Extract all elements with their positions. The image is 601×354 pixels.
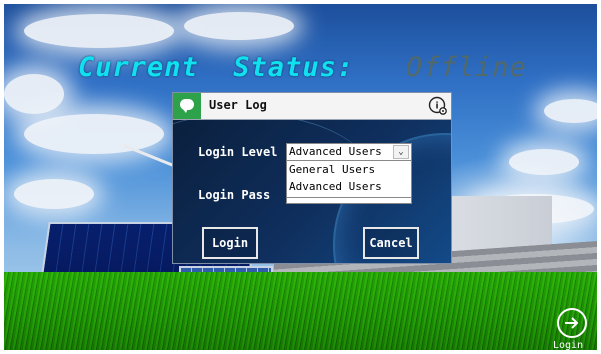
cloud xyxy=(24,14,174,48)
corner-login-label: Login xyxy=(553,340,584,351)
status-label: Current Status: xyxy=(78,52,355,83)
login-button[interactable]: Login xyxy=(202,227,258,259)
svg-text:i: i xyxy=(435,102,438,112)
corner-login-button[interactable]: Login xyxy=(551,306,593,351)
dialog-titlebar: User Log i xyxy=(173,93,451,120)
status-value: Offline xyxy=(406,52,527,83)
cloud xyxy=(24,114,164,154)
arrow-right-circle-icon xyxy=(557,308,587,338)
dropdown-option[interactable]: General Users xyxy=(289,163,375,176)
cloud xyxy=(4,74,64,114)
cancel-button[interactable]: Cancel xyxy=(363,227,419,259)
login-level-select[interactable]: Advanced Users ⌄ xyxy=(286,143,412,161)
login-pass-field[interactable] xyxy=(286,197,412,204)
login-level-dropdown: General Users Advanced Users xyxy=(286,160,412,198)
cloud xyxy=(544,99,597,123)
user-log-dialog: User Log i Login Level Advanced Users ⌄ … xyxy=(172,92,452,264)
grass xyxy=(4,272,597,350)
cloud xyxy=(184,12,294,40)
dialog-title: User Log xyxy=(209,98,267,112)
login-level-label: Login Level xyxy=(198,145,278,159)
dropdown-option[interactable]: Advanced Users xyxy=(289,180,382,193)
cloud xyxy=(14,179,94,209)
chat-bubble-icon xyxy=(173,93,201,119)
login-level-value: Advanced Users xyxy=(289,145,382,158)
gear-settings-icon[interactable]: i xyxy=(428,96,448,116)
login-pass-label: Login Pass xyxy=(198,188,271,202)
chevron-down-icon[interactable]: ⌄ xyxy=(393,145,409,159)
